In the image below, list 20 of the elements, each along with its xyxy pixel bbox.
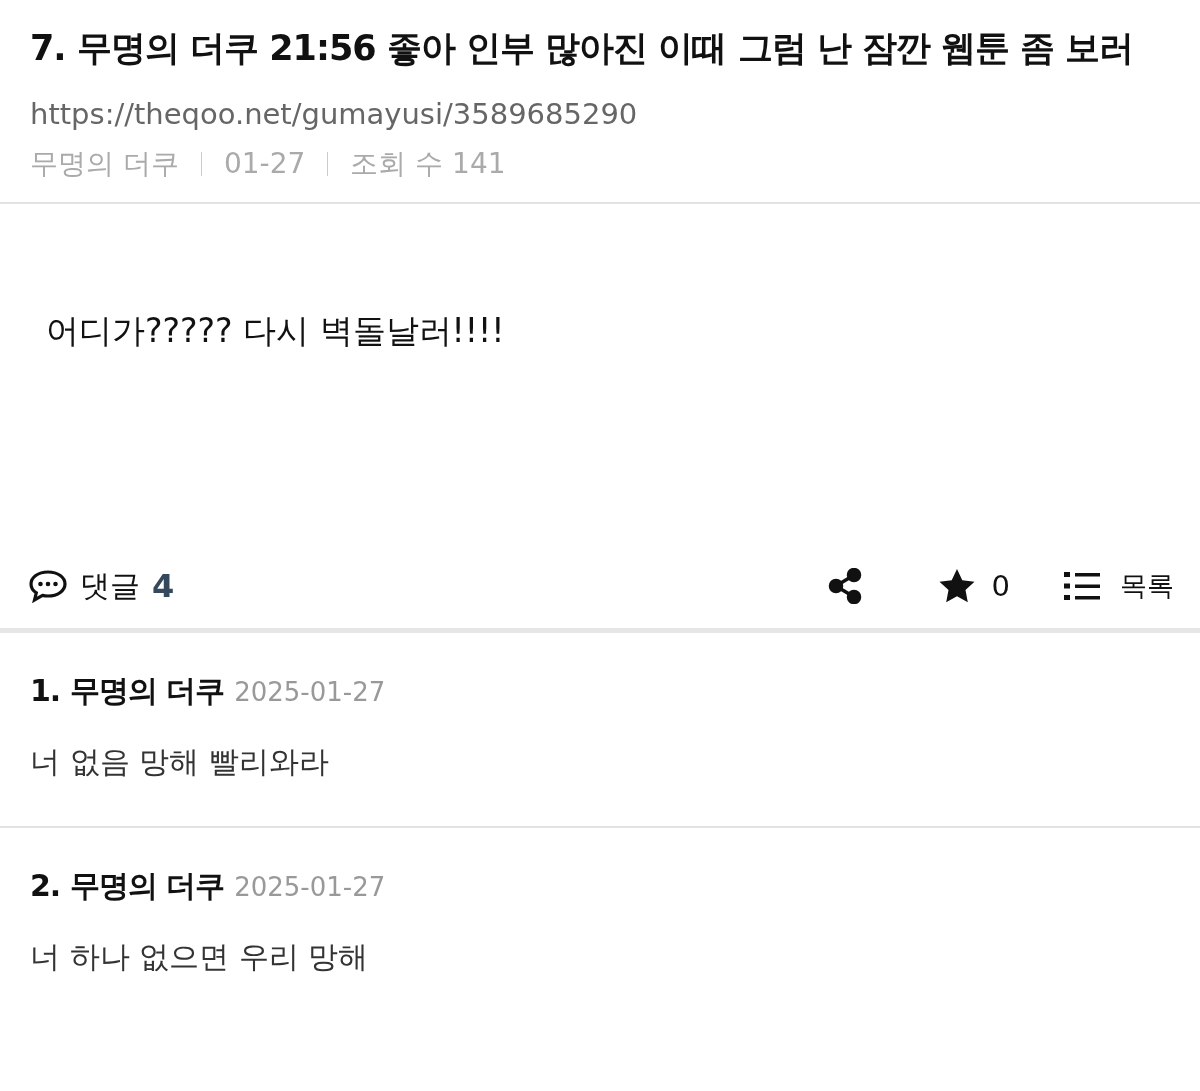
meta-text: 조회 수 141	[350, 146, 506, 182]
post-title: 7. 무명의 더쿠 21:56 좋아 인부 많아진 이때 그럼 난 잠깐 웹툰 좀 보러	[30, 27, 1135, 70]
comment-icon	[28, 569, 68, 603]
comment-text: 너 없음 망해 빨리와라	[30, 743, 330, 781]
share-icon[interactable]	[827, 568, 862, 604]
post-url[interactable]: https://theqoo.net/gumayusi/3589685290	[30, 94, 1170, 134]
meta-text: 무명의 더쿠	[30, 146, 179, 182]
comment-count: 4	[152, 567, 175, 605]
post-body-text: 어디가????? 다시 벽돌날러!!!!	[46, 310, 506, 352]
comment-text: 너 하나 없으면 우리 망해	[30, 938, 370, 976]
comment-author: 1. 무명의 더쿠	[30, 672, 225, 710]
comment-author: 2. 무명의 더쿠	[30, 867, 225, 905]
list-button[interactable]: 목록	[1064, 568, 1174, 604]
list-icon	[1064, 571, 1100, 601]
comment-date: 2025-01-27	[234, 872, 386, 902]
star-button[interactable]: 0	[937, 568, 1010, 604]
comment-label: 댓글	[80, 566, 140, 605]
meta-text: 01-27	[223, 146, 306, 182]
comment-date: 2025-01-27	[234, 677, 386, 707]
star-icon	[937, 568, 976, 604]
